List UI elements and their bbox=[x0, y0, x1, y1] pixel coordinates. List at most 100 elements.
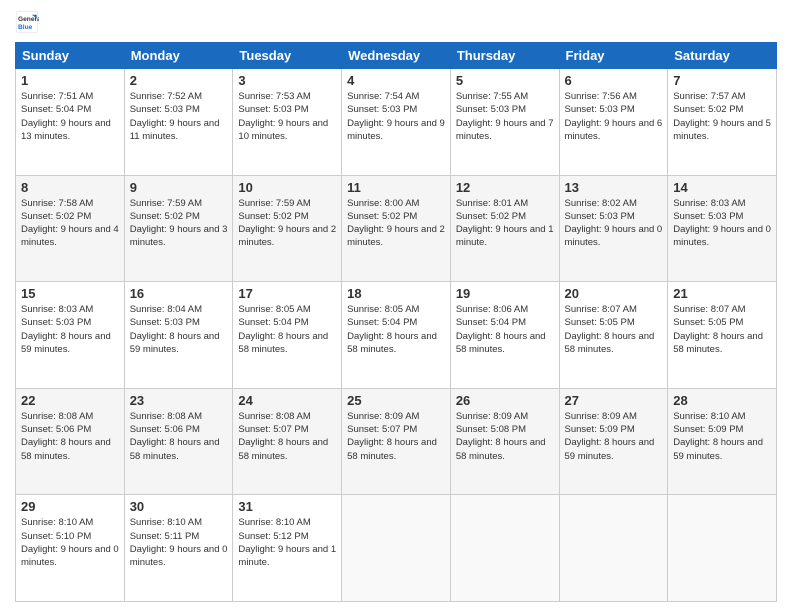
calendar-cell: 9Sunrise: 7:59 AMSunset: 5:02 PMDaylight… bbox=[124, 175, 233, 282]
sunset-label: Sunset: 5:02 PM bbox=[21, 211, 91, 222]
sunrise-label: Sunrise: 8:02 AM bbox=[565, 198, 637, 209]
daylight-label: Daylight: 9 hours and 7 minutes. bbox=[456, 118, 554, 142]
day-info: Sunrise: 8:07 AM Sunset: 5:05 PM Daylight:… bbox=[673, 303, 771, 356]
calendar-cell bbox=[450, 495, 559, 602]
calendar-cell: 2Sunrise: 7:52 AMSunset: 5:03 PMDaylight… bbox=[124, 69, 233, 176]
week-row-1: 1Sunrise: 7:51 AMSunset: 5:04 PMDaylight… bbox=[16, 69, 777, 176]
day-info: Sunrise: 8:10 AMSunset: 5:11 PMDaylight:… bbox=[130, 516, 228, 569]
daylight-label: Daylight: 9 hours and 10 minutes. bbox=[238, 118, 328, 142]
day-info: Sunrise: 8:02 AM Sunset: 5:03 PM Daylight:… bbox=[565, 197, 663, 250]
calendar-cell: 4 Sunrise: 7:54 AMSunset: 5:03 PMDaylight… bbox=[342, 69, 451, 176]
sunset-label: Sunset: 5:03 PM bbox=[565, 104, 635, 115]
sunrise-label: Sunrise: 8:00 AM bbox=[347, 198, 419, 209]
sunset-label: Sunset: 5:06 PM bbox=[130, 424, 200, 435]
sunset-label: Sunset: 5:02 PM bbox=[238, 211, 308, 222]
day-number: 16 bbox=[130, 286, 228, 301]
daylight-label: Daylight: 9 hours and 6 minutes. bbox=[565, 118, 663, 142]
sunrise-label: Sunrise: 8:07 AM bbox=[673, 304, 745, 315]
sunrise-label: Sunrise: 8:10 AM bbox=[130, 517, 202, 528]
day-number: 13 bbox=[565, 180, 663, 195]
day-number: 2 bbox=[130, 73, 228, 88]
day-number: 6 bbox=[565, 73, 663, 88]
sunrise-label: Sunrise: 8:09 AM bbox=[347, 411, 419, 422]
sunrise-label: Sunrise: 8:04 AM bbox=[130, 304, 202, 315]
calendar-cell: 17Sunrise: 8:05 AMSunset: 5:04 PMDayligh… bbox=[233, 282, 342, 389]
calendar-cell: 31 Sunrise: 8:10 AMSunset: 5:12 PMDayligh… bbox=[233, 495, 342, 602]
sunset-label: Sunset: 5:02 PM bbox=[673, 104, 743, 115]
day-info: Sunrise: 8:08 AMSunset: 5:06 PMDaylight:… bbox=[130, 410, 228, 463]
day-number: 12 bbox=[456, 180, 554, 195]
day-number: 22 bbox=[21, 393, 119, 408]
sunset-label: Sunset: 5:04 PM bbox=[21, 104, 91, 115]
sunrise-label: Sunrise: 8:08 AM bbox=[21, 411, 93, 422]
day-number: 11 bbox=[347, 180, 445, 195]
sunrise-label: Sunrise: 8:03 AM bbox=[21, 304, 93, 315]
daylight-label: Daylight: 8 hours and 58 minutes. bbox=[673, 331, 763, 355]
logo-icon: General Blue bbox=[15, 10, 39, 34]
daylight-label: Daylight: 8 hours and 58 minutes. bbox=[456, 331, 546, 355]
sunrise-label: Sunrise: 7:54 AM bbox=[347, 91, 419, 102]
calendar-cell: 19Sunrise: 8:06 AMSunset: 5:04 PMDayligh… bbox=[450, 282, 559, 389]
sunrise-label: Sunrise: 8:05 AM bbox=[238, 304, 310, 315]
calendar-cell: 16Sunrise: 8:04 AMSunset: 5:03 PMDayligh… bbox=[124, 282, 233, 389]
calendar-table: Sunday Monday Tuesday Wednesday Thursday… bbox=[15, 42, 777, 602]
calendar-cell: 24Sunrise: 8:08 AMSunset: 5:07 PMDayligh… bbox=[233, 388, 342, 495]
day-info: Sunrise: 7:56 AMSunset: 5:03 PMDaylight:… bbox=[565, 90, 663, 143]
day-number: 7 bbox=[673, 73, 771, 88]
day-info: Sunrise: 8:06 AM Sunset: 5:04 PM Daylight:… bbox=[456, 303, 554, 356]
calendar-cell bbox=[342, 495, 451, 602]
header-monday: Monday bbox=[124, 43, 233, 69]
day-info: Sunrise: 7:54 AMSunset: 5:03 PMDaylight:… bbox=[347, 90, 445, 143]
sunset-label: Sunset: 5:10 PM bbox=[21, 531, 91, 542]
day-number: 4 bbox=[347, 73, 445, 88]
daylight-label: Daylight: 9 hours and 0 minutes. bbox=[565, 224, 663, 248]
day-number: 25 bbox=[347, 393, 445, 408]
sunrise-label: Sunrise: 8:10 AM bbox=[21, 517, 93, 528]
sunrise-label: Sunrise: 7:51 AM bbox=[21, 91, 93, 102]
calendar-cell: 18Sunrise: 8:05 AMSunset: 5:04 PMDayligh… bbox=[342, 282, 451, 389]
sunrise-label: Sunrise: 8:03 AM bbox=[673, 198, 745, 209]
day-info: Sunrise: 8:09 AMSunset: 5:09 PMDaylight:… bbox=[565, 410, 663, 463]
day-number: 31 bbox=[238, 499, 336, 514]
sunset-label: Sunset: 5:04 PM bbox=[456, 317, 526, 328]
day-info: Sunrise: 8:01 AMSunset: 5:02 PMDaylight:… bbox=[456, 197, 554, 250]
sunset-label: Sunset: 5:03 PM bbox=[565, 211, 635, 222]
calendar-cell: 20Sunrise: 8:07 AMSunset: 5:05 PMDayligh… bbox=[559, 282, 668, 389]
daylight-label: Daylight: 8 hours and 59 minutes. bbox=[673, 437, 763, 461]
daylight-label: Daylight: 8 hours and 58 minutes. bbox=[347, 437, 437, 461]
sunset-label: Sunset: 5:03 PM bbox=[130, 104, 200, 115]
header-thursday: Thursday bbox=[450, 43, 559, 69]
logo: General Blue bbox=[15, 10, 43, 34]
daylight-label: Daylight: 8 hours and 59 minutes. bbox=[21, 331, 111, 355]
sunset-label: Sunset: 5:02 PM bbox=[456, 211, 526, 222]
sunset-label: Sunset: 5:04 PM bbox=[238, 317, 308, 328]
sunset-label: Sunset: 5:11 PM bbox=[130, 531, 200, 542]
sunrise-label: Sunrise: 7:57 AM bbox=[673, 91, 745, 102]
sunset-label: Sunset: 5:07 PM bbox=[347, 424, 417, 435]
sunset-label: Sunset: 5:06 PM bbox=[21, 424, 91, 435]
daylight-label: Daylight: 9 hours and 1 minute. bbox=[456, 224, 554, 248]
sunrise-label: Sunrise: 8:05 AM bbox=[347, 304, 419, 315]
sunrise-label: Sunrise: 7:58 AM bbox=[21, 198, 93, 209]
sunrise-label: Sunrise: 7:59 AM bbox=[238, 198, 310, 209]
day-number: 18 bbox=[347, 286, 445, 301]
day-info: Sunrise: 7:57 AM Sunset: 5:02 PM Daylight:… bbox=[673, 90, 771, 143]
day-info: Sunrise: 8:10 AMSunset: 5:12 PMDaylight:… bbox=[238, 516, 336, 569]
daylight-label: Daylight: 9 hours and 5 minutes. bbox=[673, 118, 771, 142]
calendar-cell: 12 Sunrise: 8:01 AMSunset: 5:02 PMDayligh… bbox=[450, 175, 559, 282]
sunset-label: Sunset: 5:02 PM bbox=[130, 211, 200, 222]
day-number: 21 bbox=[673, 286, 771, 301]
header-sunday: Sunday bbox=[16, 43, 125, 69]
day-info: Sunrise: 8:09 AM Sunset: 5:07 PM Daylight:… bbox=[347, 410, 445, 463]
day-number: 26 bbox=[456, 393, 554, 408]
daylight-label: Daylight: 8 hours and 58 minutes. bbox=[238, 331, 328, 355]
day-info: Sunrise: 7:53 AMSunset: 5:03 PMDaylight:… bbox=[238, 90, 336, 143]
sunrise-label: Sunrise: 8:06 AM bbox=[456, 304, 528, 315]
sunset-label: Sunset: 5:03 PM bbox=[21, 317, 91, 328]
calendar-cell: 15Sunrise: 8:03 AMSunset: 5:03 PMDayligh… bbox=[16, 282, 125, 389]
day-info: Sunrise: 7:59 AMSunset: 5:02 PMDaylight:… bbox=[130, 197, 228, 250]
sunset-label: Sunset: 5:05 PM bbox=[673, 317, 743, 328]
sunset-label: Sunset: 5:03 PM bbox=[238, 104, 308, 115]
sunrise-label: Sunrise: 8:10 AM bbox=[238, 517, 310, 528]
week-row-5: 29Sunrise: 8:10 AMSunset: 5:10 PMDayligh… bbox=[16, 495, 777, 602]
